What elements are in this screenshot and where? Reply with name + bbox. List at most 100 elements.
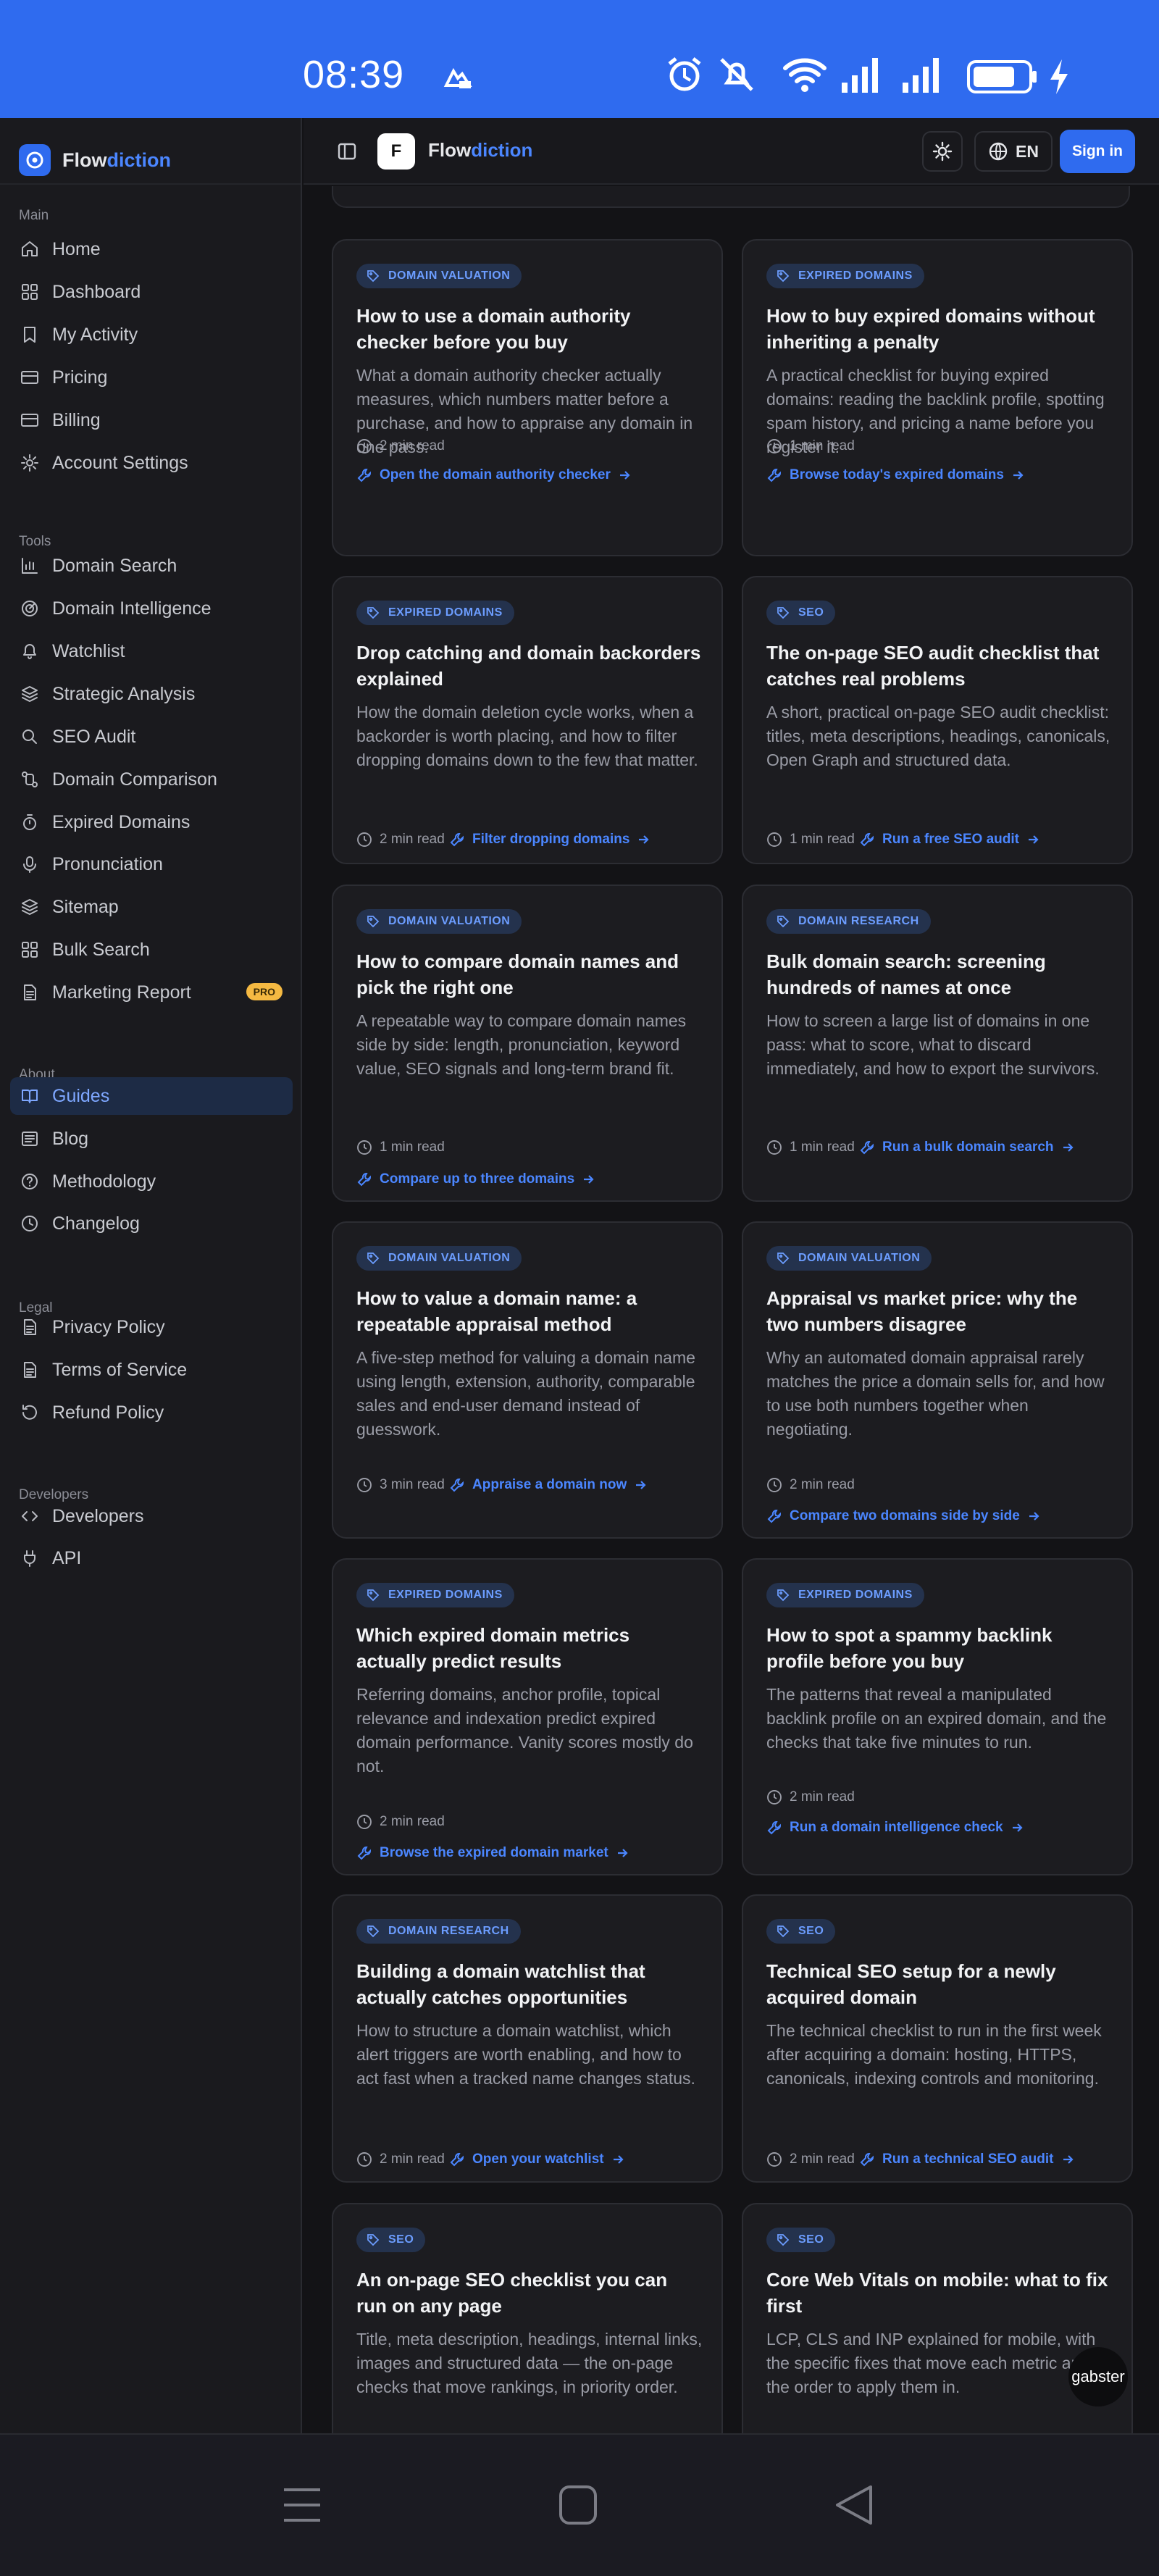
sidebar-item-privacy-policy[interactable]: Privacy Policy	[10, 1308, 293, 1346]
card-title[interactable]: Drop catching and domain backorders expl…	[356, 640, 703, 692]
card-title[interactable]: An on-page SEO checklist you can run on …	[356, 2267, 703, 2319]
card-read-time-label: 1 min read	[380, 1139, 445, 1155]
clock-icon	[767, 1790, 782, 1805]
card-read-time-label: 2 min read	[380, 438, 445, 453]
sidebar-item-billing[interactable]: Billing	[10, 401, 293, 439]
guide-card[interactable]: EXPIRED DOMAINS Which expired domain metr…	[332, 1558, 723, 1875]
card-action-link[interactable]: Run a bulk domain search	[859, 1137, 1074, 1158]
card-action-link[interactable]: Run a technical SEO audit	[859, 2149, 1074, 2170]
card-action-link[interactable]: Compare up to three domains	[356, 1169, 595, 1189]
sidebar-item-domain-comparison[interactable]: Domain Comparison	[10, 761, 293, 798]
guide-card[interactable]: EXPIRED DOMAINS Drop catching and domain …	[332, 576, 723, 864]
back-icon[interactable]	[833, 2484, 875, 2526]
document-icon	[24, 1319, 36, 1335]
sidebar-item-domain-search[interactable]: Domain Search	[10, 547, 293, 585]
card-title[interactable]: How to value a domain name: a repeatable…	[356, 1285, 703, 1337]
card-title[interactable]: How to buy expired domains without inher…	[766, 303, 1113, 355]
card-title[interactable]: Which expired domain metrics actually pr…	[356, 1622, 703, 1674]
code-icon	[22, 1511, 38, 1521]
guide-card[interactable]: SEO The on-page SEO audit checklist that …	[742, 576, 1133, 864]
mute-icon	[720, 58, 753, 91]
sidebar-item-developers[interactable]: Developers	[10, 1497, 293, 1535]
card-action-link[interactable]: Filter dropping domains	[449, 829, 650, 850]
sidebar-item-strategic-analysis[interactable]: Strategic Analysis	[10, 675, 293, 713]
sidebar-toggle-button[interactable]	[332, 137, 361, 166]
sidebar-item-changelog[interactable]: Changelog	[10, 1205, 293, 1242]
sidebar-item-pronunciation[interactable]: Pronunciation	[10, 845, 293, 883]
guide-card[interactable]: EXPIRED DOMAINS How to spot a spammy back…	[742, 1558, 1133, 1875]
sidebar-toggle-icon	[338, 143, 356, 160]
sidebar-item-watchlist[interactable]: Watchlist	[10, 632, 293, 670]
recent-apps-icon[interactable]	[281, 2484, 323, 2526]
app-avatar[interactable]: F	[377, 133, 415, 170]
sidebar-divider	[0, 183, 301, 185]
guide-card[interactable]: SEO Core Web Vitals on mobile: what to fi…	[742, 2203, 1133, 2433]
card-tag-label: DOMAIN RESEARCH	[388, 1925, 509, 1937]
gabster-chat-button[interactable]: gabster	[1068, 2347, 1128, 2406]
sidebar-item-domain-intelligence[interactable]: Domain Intelligence	[10, 590, 293, 627]
sidebar-item-dashboard[interactable]: Dashboard	[10, 273, 293, 311]
sidebar-item-guides[interactable]: Guides	[10, 1077, 293, 1115]
card-action-link[interactable]: Open the domain authority checker	[356, 465, 631, 485]
guide-card[interactable]: DOMAIN RESEARCH Bulk domain search: scree…	[742, 885, 1133, 1202]
sidebar-item-seo-audit[interactable]: SEO Audit	[10, 718, 293, 756]
guide-card[interactable]: DOMAIN VALUATION How to use a domain auth…	[332, 239, 723, 556]
theme-toggle-button[interactable]	[922, 131, 963, 172]
card-action-link[interactable]: Run a domain intelligence check	[766, 1818, 1024, 1838]
book-icon	[22, 1090, 38, 1103]
card-action-link[interactable]: Appraise a domain now	[449, 1475, 647, 1495]
sidebar-item-my-activity[interactable]: My Activity	[10, 316, 293, 354]
card-title[interactable]: Technical SEO setup for a newly acquired…	[766, 1958, 1113, 2010]
tag-icon	[777, 1589, 790, 1602]
card-title[interactable]: Building a domain watchlist that actuall…	[356, 1958, 703, 2010]
card-action-link[interactable]: Browse today's expired domains	[766, 465, 1024, 485]
arrow-right-icon	[1012, 1823, 1023, 1832]
card-title[interactable]: How to use a domain authority checker be…	[356, 303, 703, 355]
previous-card[interactable]	[332, 186, 1130, 208]
guide-card[interactable]: EXPIRED DOMAINS How to buy expired domain…	[742, 239, 1133, 556]
sidebar: Flowdiction Main Home Dashboard My Activity…	[0, 118, 302, 2433]
card-title[interactable]: Core Web Vitals on mobile: what to fix f…	[766, 2267, 1113, 2319]
guide-card[interactable]: SEO Technical SEO setup for a newly acqui…	[742, 1894, 1133, 2183]
card-title[interactable]: Appraisal vs market price: why the two n…	[766, 1285, 1113, 1337]
search-icon	[22, 729, 37, 744]
language-button[interactable]: EN	[974, 131, 1053, 172]
guide-card[interactable]: DOMAIN VALUATION How to value a domain na…	[332, 1221, 723, 1539]
card-title[interactable]: How to spot a spammy backlink profile be…	[766, 1622, 1113, 1674]
sidebar-item-refund-policy[interactable]: Refund Policy	[10, 1394, 293, 1431]
sidebar-item-sitemap[interactable]: Sitemap	[10, 888, 293, 926]
home-nav-icon[interactable]	[558, 2484, 600, 2526]
guide-card[interactable]: DOMAIN RESEARCH Building a domain watchli…	[332, 1894, 723, 2183]
sidebar-item-expired-domains[interactable]: Expired Domains	[10, 803, 293, 841]
sidebar-item-bulk-search[interactable]: Bulk Search	[10, 931, 293, 969]
card-title[interactable]: The on-page SEO audit checklist that cat…	[766, 640, 1113, 692]
sidebar-item-home[interactable]: Home	[10, 230, 293, 268]
tag-icon	[777, 607, 790, 619]
card-action-link[interactable]: Compare two domains side by side	[766, 1506, 1040, 1526]
card-title[interactable]: How to compare domain names and pick the…	[356, 948, 703, 1000]
gabster-label: gabster	[1071, 2367, 1125, 2385]
guide-card[interactable]: DOMAIN VALUATION Appraisal vs market pric…	[742, 1221, 1133, 1539]
guide-card[interactable]: SEO An on-page SEO checklist you can run …	[332, 2203, 723, 2433]
card-action-link[interactable]: Open your watchlist	[449, 2149, 624, 2170]
sign-in-button[interactable]: Sign in	[1060, 130, 1135, 173]
grid-icon	[22, 942, 38, 958]
card-title[interactable]: Bulk domain search: screening hundreds o…	[766, 948, 1113, 1000]
sidebar-item-pricing[interactable]: Pricing	[10, 359, 293, 396]
sidebar-item-account-settings[interactable]: Account Settings	[10, 444, 293, 482]
sidebar-item-label: Sitemap	[52, 896, 119, 917]
sidebar-item-api[interactable]: API	[10, 1539, 293, 1577]
sidebar-item-blog[interactable]: Blog	[10, 1120, 293, 1158]
brand[interactable]: Flowdiction	[19, 134, 171, 186]
sidebar-item-terms-of-service[interactable]: Terms of Service	[10, 1351, 293, 1389]
card-action-link[interactable]: Run a free SEO audit	[859, 829, 1039, 850]
sidebar-item-label: Account Settings	[52, 452, 188, 473]
card-action-link[interactable]: Browse the expired domain market	[356, 1843, 629, 1863]
header-title-part1: Flow	[428, 139, 472, 161]
guide-card[interactable]: DOMAIN VALUATION How to compare domain na…	[332, 885, 723, 1202]
sidebar-item-marketing-report[interactable]: Marketing Report PRO	[10, 974, 293, 1011]
battery-icon	[967, 60, 1037, 93]
sidebar-item-methodology[interactable]: Methodology	[10, 1163, 293, 1200]
clock-icon	[357, 1815, 372, 1829]
wrench-icon	[357, 1847, 371, 1860]
